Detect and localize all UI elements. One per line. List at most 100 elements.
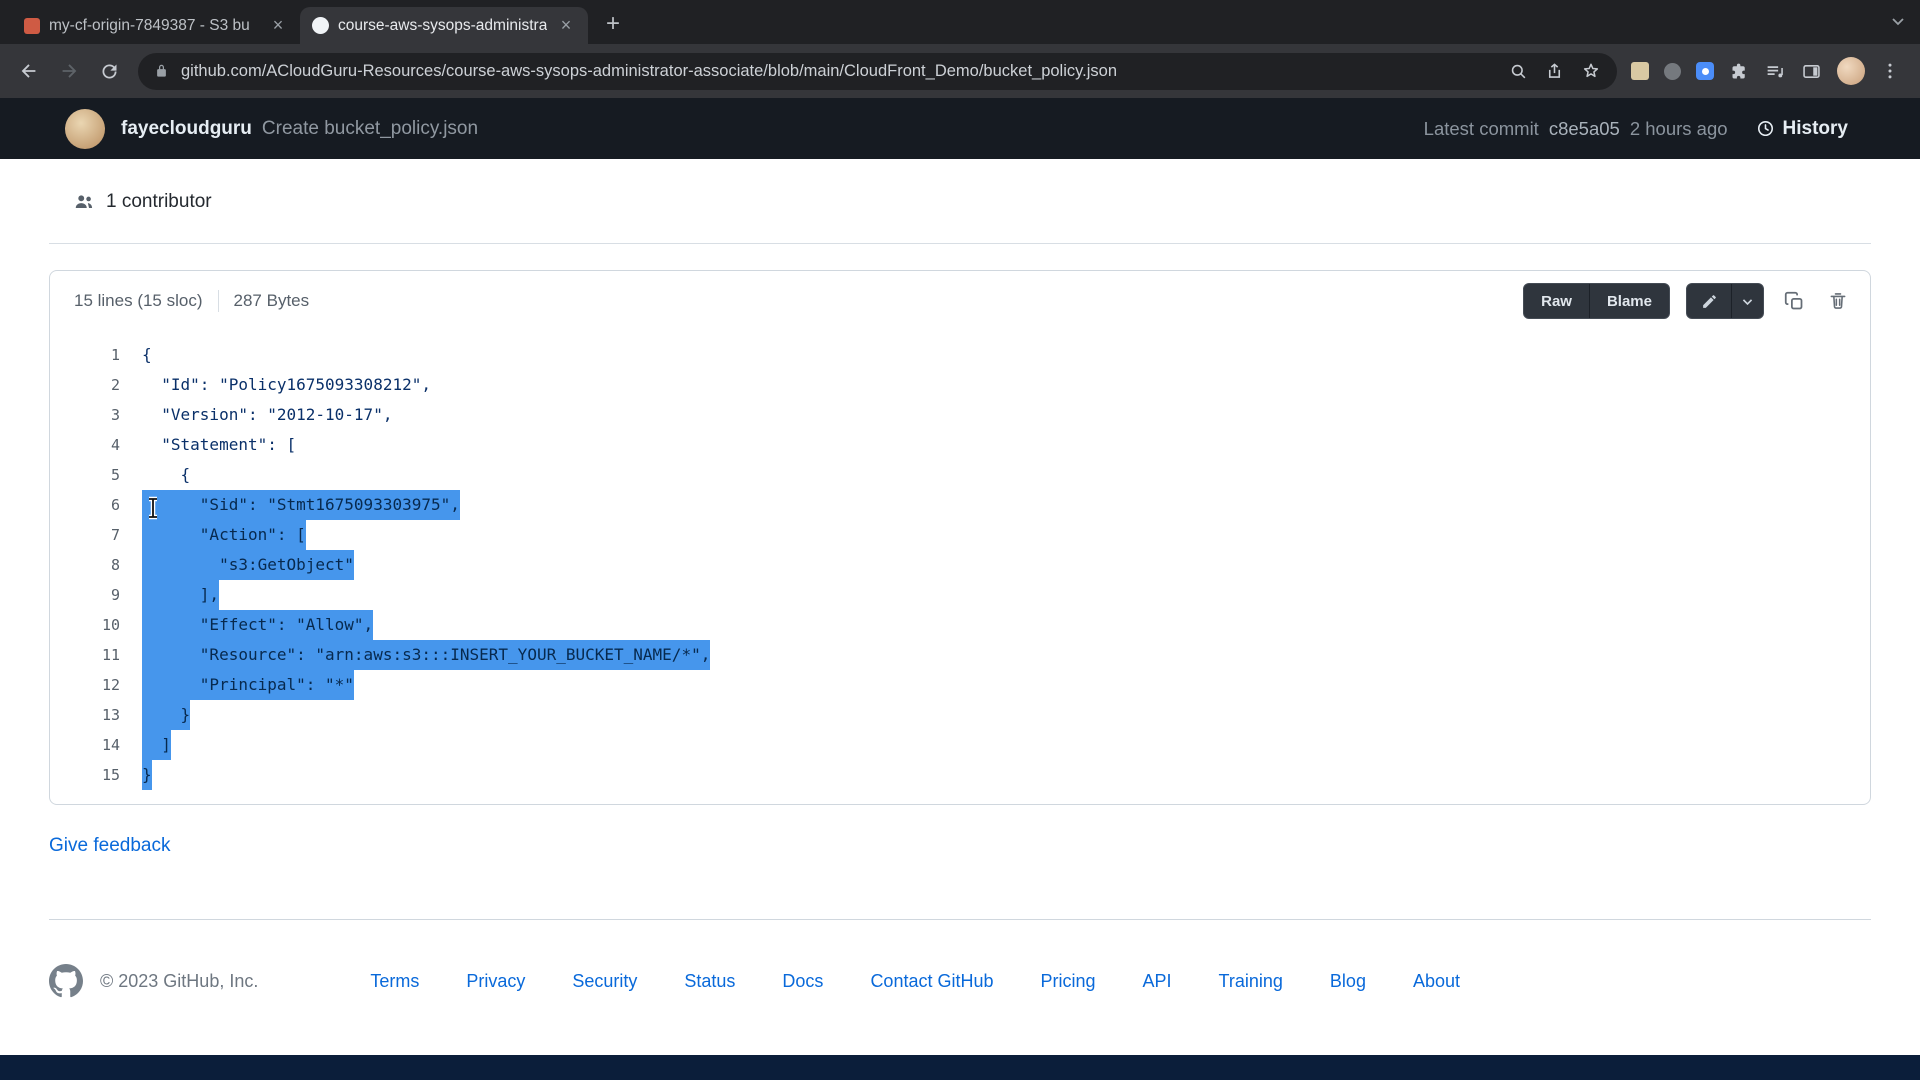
line-number[interactable]: 13 [50, 700, 120, 730]
code-line: 7 "Action": [ [50, 520, 1870, 550]
edit-file-button[interactable] [1687, 284, 1731, 318]
line-number[interactable]: 3 [50, 400, 120, 430]
blame-button[interactable]: Blame [1589, 284, 1669, 318]
line-number[interactable]: 4 [50, 430, 120, 460]
line-number[interactable]: 7 [50, 520, 120, 550]
code-text: { [142, 340, 152, 370]
latest-commit-label: Latest commit [1424, 118, 1539, 140]
copy-file-button[interactable] [1780, 287, 1808, 315]
media-controls-icon[interactable] [1765, 61, 1786, 82]
file-viewer: 15 lines (15 sloc) 287 Bytes Raw Blame [49, 270, 1871, 805]
footer-link-docs[interactable]: Docs [782, 971, 823, 992]
line-number[interactable]: 6 [50, 490, 120, 520]
commit-meta: Latest commit c8e5a05 2 hours ago Histor… [1424, 118, 1848, 140]
line-number[interactable]: 8 [50, 550, 120, 580]
zoom-icon[interactable] [1509, 62, 1528, 81]
footer-link-contact-github[interactable]: Contact GitHub [870, 971, 993, 992]
side-panel-icon[interactable] [1801, 61, 1822, 82]
commit-message[interactable]: Create bucket_policy.json [262, 118, 478, 140]
extensions-puzzle-icon[interactable] [1729, 61, 1750, 82]
browser-profile-avatar[interactable] [1837, 57, 1865, 85]
code-line: 5 { [50, 460, 1870, 490]
gray-extension-icon[interactable] [1664, 63, 1681, 80]
history-label: History [1783, 118, 1848, 140]
toolbar-extensions [1627, 57, 1910, 85]
page-footer: © 2023 GitHub, Inc. Terms Privacy Security… [49, 919, 1871, 998]
tab-close-icon[interactable]: × [268, 16, 288, 36]
omnibox-icons [1509, 61, 1601, 81]
line-number[interactable]: 5 [50, 460, 120, 490]
footer-link-security[interactable]: Security [572, 971, 637, 992]
notes-extension-icon[interactable] [1631, 62, 1649, 80]
file-actions: Raw Blame [1523, 283, 1852, 319]
tab-search-icon[interactable] [1890, 13, 1906, 34]
tab-s3-bucket[interactable]: my-cf-origin-7849387 - S3 bu × [12, 7, 300, 44]
tab-close-icon[interactable]: × [556, 16, 576, 36]
meta-divider [218, 290, 219, 312]
contributors-icon [73, 191, 95, 213]
code-line: 13 } [50, 700, 1870, 730]
code-text: "Effect": "Allow", [142, 610, 373, 640]
line-number[interactable]: 12 [50, 670, 120, 700]
code-text: { [142, 460, 190, 490]
latest-commit-bar: fayecloudguru Create bucket_policy.json … [0, 98, 1920, 159]
edit-dropdown-button[interactable] [1731, 284, 1763, 318]
forward-button[interactable] [50, 52, 88, 90]
file-meta: 15 lines (15 sloc) 287 Bytes [74, 290, 309, 312]
footer-link-pricing[interactable]: Pricing [1041, 971, 1096, 992]
line-number[interactable]: 11 [50, 640, 120, 670]
footer-link-api[interactable]: API [1143, 971, 1172, 992]
footer-link-terms[interactable]: Terms [370, 971, 419, 992]
line-number[interactable]: 10 [50, 610, 120, 640]
chevron-down-icon [1741, 295, 1754, 308]
give-feedback-link[interactable]: Give feedback [49, 835, 170, 857]
code-lines[interactable]: 1{2 "Id": "Policy1675093308212",3 "Versi… [50, 331, 1870, 804]
code-text: "Resource": "arn:aws:s3:::INSERT_YOUR_BU… [142, 640, 710, 670]
tab-github-repo[interactable]: course-aws-sysops-administra × [300, 7, 588, 44]
delete-file-button[interactable] [1824, 287, 1852, 315]
commit-hash[interactable]: c8e5a05 [1549, 118, 1620, 140]
contributors-label[interactable]: 1 contributor [106, 191, 212, 213]
code-line: 12 "Principal": "*" [50, 670, 1870, 700]
commit-author-name[interactable]: fayecloudguru [121, 118, 252, 140]
url-text: github.com/ACloudGuru-Resources/course-a… [181, 62, 1497, 81]
code-text: } [142, 760, 152, 790]
line-number[interactable]: 15 [50, 760, 120, 790]
history-button[interactable]: History [1756, 118, 1848, 140]
refresh-button[interactable] [90, 52, 128, 90]
code-text: ], [142, 580, 219, 610]
browser-window: my-cf-origin-7849387 - S3 bu × course-aw… [0, 0, 1920, 1080]
line-number[interactable]: 9 [50, 580, 120, 610]
back-button[interactable] [10, 52, 48, 90]
lock-icon [154, 63, 169, 79]
code-line: 15} [50, 760, 1870, 790]
file-header: 15 lines (15 sloc) 287 Bytes Raw Blame [50, 271, 1870, 331]
code-text: "Id": "Policy1675093308212", [142, 370, 431, 400]
code-text: "Version": "2012-10-17", [142, 400, 392, 430]
bookmark-star-icon[interactable] [1581, 61, 1601, 81]
browser-menu-icon[interactable] [1880, 61, 1900, 81]
code-line: 9 ], [50, 580, 1870, 610]
code-text: ] [142, 730, 171, 760]
address-bar[interactable]: github.com/ACloudGuru-Resources/course-a… [138, 53, 1617, 90]
footer-link-status[interactable]: Status [684, 971, 735, 992]
footer-link-blog[interactable]: Blog [1330, 971, 1366, 992]
copy-icon [1784, 291, 1805, 312]
footer-link-privacy[interactable]: Privacy [466, 971, 525, 992]
copyright-text: © 2023 GitHub, Inc. [100, 971, 258, 992]
new-tab-button[interactable]: + [598, 10, 628, 40]
line-number[interactable]: 1 [50, 340, 120, 370]
camera-extension-icon[interactable] [1696, 62, 1714, 80]
text-cursor-icon [146, 496, 160, 520]
file-size: 287 Bytes [234, 291, 310, 311]
line-number[interactable]: 2 [50, 370, 120, 400]
line-number[interactable]: 14 [50, 730, 120, 760]
share-icon[interactable] [1545, 62, 1564, 81]
github-logo-icon[interactable] [49, 964, 83, 998]
footer-link-training[interactable]: Training [1219, 971, 1283, 992]
code-line: 2 "Id": "Policy1675093308212", [50, 370, 1870, 400]
commit-author-avatar[interactable] [65, 109, 105, 149]
footer-link-about[interactable]: About [1413, 971, 1460, 992]
raw-button[interactable]: Raw [1524, 284, 1589, 318]
code-line: 11 "Resource": "arn:aws:s3:::INSERT_YOUR… [50, 640, 1870, 670]
